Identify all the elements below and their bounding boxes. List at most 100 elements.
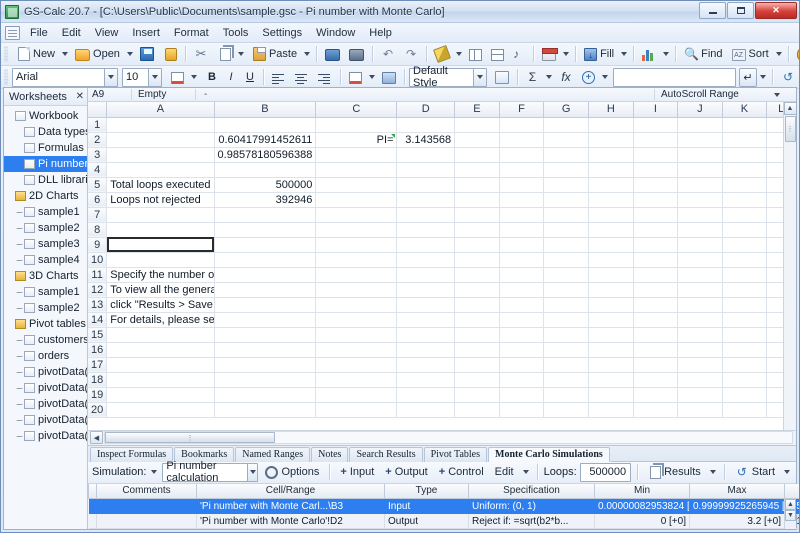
tree-item-orders[interactable]: ─ orders xyxy=(4,348,87,364)
cell-B7[interactable] xyxy=(214,207,317,223)
cell-F13[interactable] xyxy=(499,297,545,313)
start-dropdown-icon[interactable] xyxy=(784,470,790,474)
horizontal-scroll-thumb[interactable]: ⋮ xyxy=(105,432,275,443)
tree-item-pivot-tables[interactable]: Pivot tables xyxy=(4,316,87,332)
autosum-dropdown-icon[interactable] xyxy=(546,75,552,79)
cell-C3[interactable] xyxy=(315,147,398,163)
fill-dropdown-icon[interactable] xyxy=(621,52,628,56)
mc-cell-max[interactable]: 3.2 [+0] xyxy=(689,513,785,529)
cell-F20[interactable] xyxy=(499,402,545,418)
results-dropdown-icon[interactable] xyxy=(709,470,716,474)
cell-A5[interactable]: Total loops executed xyxy=(106,177,215,193)
simulation-dropdown-icon[interactable] xyxy=(247,463,258,481)
close-button[interactable]: ✕ xyxy=(755,2,797,19)
cell-H2[interactable] xyxy=(588,132,634,148)
cell-K1[interactable] xyxy=(722,117,768,133)
cell-A17[interactable] xyxy=(106,357,215,373)
mc-cell-max[interactable]: 0.99999925265945 [... xyxy=(689,498,785,514)
tab-notes[interactable]: Notes xyxy=(311,446,349,462)
cell-A10[interactable] xyxy=(106,252,215,268)
formula-bar-input[interactable] xyxy=(613,67,736,87)
tree-item-pivotdata-5[interactable]: ─ pivotData(5) xyxy=(4,428,87,444)
edit-button[interactable]: Edit xyxy=(491,463,518,482)
sheet-table[interactable]: A B C D E F G H I J K L 1 2 0.60417991452611 PI= 3.14356… xyxy=(88,102,796,418)
cell-G4[interactable] xyxy=(543,162,590,178)
cell-H17[interactable] xyxy=(588,357,634,373)
tree-item-sample1[interactable]: ─ sample1 xyxy=(4,204,87,220)
mc-col-cell-range[interactable]: Cell/Range xyxy=(196,483,385,499)
cell-A3[interactable] xyxy=(106,147,215,163)
tree-item-data-types[interactable]: Data types xyxy=(4,124,87,140)
options-button[interactable]: Options xyxy=(261,463,323,482)
cell-J12[interactable] xyxy=(677,282,723,298)
font-size-combo[interactable]: 10 xyxy=(122,67,162,87)
cell-I14[interactable] xyxy=(633,312,679,328)
cell-J3[interactable] xyxy=(677,147,723,163)
results-button[interactable]: Results xyxy=(644,463,705,482)
tree-item-dll-libraries[interactable]: DLL libraries xyxy=(4,172,87,188)
cell-J7[interactable] xyxy=(677,207,723,223)
row-header-19[interactable]: 19 xyxy=(88,387,108,403)
cell-A18[interactable] xyxy=(106,372,215,388)
row-header-5[interactable]: 5 xyxy=(88,177,108,193)
cell-H19[interactable] xyxy=(588,387,634,403)
scroll-down-button[interactable]: ▼ xyxy=(785,509,796,521)
edit-dropdown-icon[interactable] xyxy=(522,470,529,474)
row-header-11[interactable]: 11 xyxy=(88,267,108,283)
cell-K20[interactable] xyxy=(722,402,768,418)
mc-table-row[interactable]: 'Pi number with Monte Carl...\B3 Input Uni… xyxy=(88,498,799,514)
cell-J13[interactable] xyxy=(677,297,723,313)
cell-C1[interactable] xyxy=(315,117,398,133)
italic-button[interactable]: I xyxy=(222,68,240,87)
cell-D18[interactable] xyxy=(396,372,456,388)
align-right-button[interactable] xyxy=(314,68,336,87)
row-header-8[interactable]: 8 xyxy=(88,222,108,238)
simulation-label-dropdown-icon[interactable] xyxy=(151,470,158,474)
row-header-15[interactable]: 15 xyxy=(88,327,108,343)
maximize-button[interactable] xyxy=(727,2,754,19)
insert-function-button[interactable]: fx xyxy=(555,68,577,87)
cell-K7[interactable] xyxy=(722,207,768,223)
cell-C5[interactable] xyxy=(315,177,398,193)
insert-item-dropdown-icon[interactable] xyxy=(602,75,608,79)
minimize-button[interactable] xyxy=(699,2,726,19)
font-color-button[interactable] xyxy=(167,68,188,87)
date-dropdown-icon[interactable] xyxy=(563,52,570,56)
simulation-combo[interactable]: Pi number calculation xyxy=(162,460,259,484)
cell-F19[interactable] xyxy=(499,387,545,403)
autoscroll-range-combo[interactable]: AutoScroll Range xyxy=(654,89,782,100)
cell-G19[interactable] xyxy=(543,387,590,403)
cell-H15[interactable] xyxy=(588,327,634,343)
cell-E2[interactable] xyxy=(454,132,500,148)
chart-button[interactable] xyxy=(638,45,660,64)
cell-C9[interactable] xyxy=(315,237,398,253)
loops-input[interactable]: 500000 xyxy=(579,462,632,482)
tab-search-results[interactable]: Search Results xyxy=(349,446,423,462)
cell-D9[interactable] xyxy=(396,237,456,253)
horizontal-scrollbar[interactable]: ◀ ⋮ xyxy=(88,429,796,445)
mc-col-type[interactable]: Type xyxy=(384,483,469,499)
tree-item-pivotdata-4[interactable]: ─ pivotData(4) xyxy=(4,412,87,428)
cell-J4[interactable] xyxy=(677,162,723,178)
tree-item-sample3[interactable]: ─ sample3 xyxy=(4,236,87,252)
cell-C11[interactable] xyxy=(315,267,398,283)
cell-B19[interactable] xyxy=(214,387,317,403)
cell-B6[interactable]: 392946 xyxy=(214,192,317,208)
cell-E13[interactable] xyxy=(454,297,500,313)
row-header-2[interactable]: 2 xyxy=(88,132,108,148)
cell-G16[interactable] xyxy=(543,342,590,358)
cell-E17[interactable] xyxy=(454,357,500,373)
formula-dropdown-icon[interactable] xyxy=(760,75,766,79)
mc-cell-specification[interactable]: Reject if: =sqrt(b2*b... xyxy=(468,513,595,529)
cell-B15[interactable] xyxy=(214,327,317,343)
open-dropdown-icon[interactable] xyxy=(126,52,133,56)
cell-G18[interactable] xyxy=(543,372,590,388)
cell-color-dropdown-icon[interactable] xyxy=(369,75,375,79)
cell-C6[interactable] xyxy=(315,192,398,208)
cell-H20[interactable] xyxy=(588,402,634,418)
cell-A6[interactable]: Loops not rejected xyxy=(106,192,215,208)
insert-item-button[interactable]: + xyxy=(578,68,599,87)
cell-B20[interactable] xyxy=(214,402,317,418)
cell-J8[interactable] xyxy=(677,222,723,238)
cell-I6[interactable] xyxy=(633,192,679,208)
